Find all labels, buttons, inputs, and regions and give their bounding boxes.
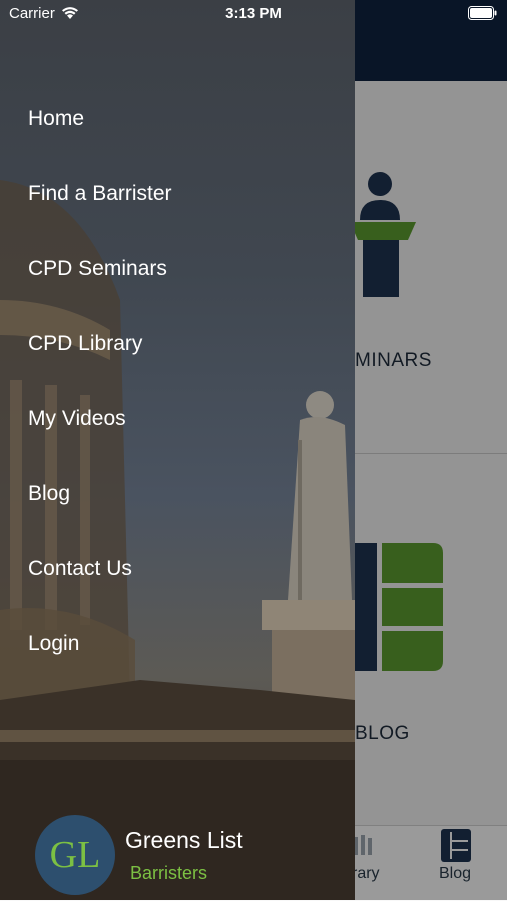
menu-item-home[interactable]: Home [28,100,328,175]
status-time: 3:13 PM [225,5,282,22]
menu-item-login[interactable]: Login [28,625,328,700]
menu-item-find-a-barrister[interactable]: Find a Barrister [28,175,328,250]
brand-name: Greens List [125,827,243,853]
battery-icon [468,6,497,20]
drawer-menu: Home Find a Barrister CPD Seminars CPD L… [28,100,328,700]
greens-list-logo: GL [35,815,115,895]
menu-item-blog[interactable]: Blog [28,475,328,550]
brand-subtitle: Barristers [130,863,208,883]
menu-item-contact-us[interactable]: Contact Us [28,550,328,625]
menu-item-cpd-library[interactable]: CPD Library [28,325,328,400]
status-bar: Carrier 3:13 PM [0,0,507,28]
menu-item-my-videos[interactable]: My Videos [28,400,328,475]
side-menu-drawer: Home Find a Barrister CPD Seminars CPD L… [0,0,355,900]
menu-item-cpd-seminars[interactable]: CPD Seminars [28,250,328,325]
